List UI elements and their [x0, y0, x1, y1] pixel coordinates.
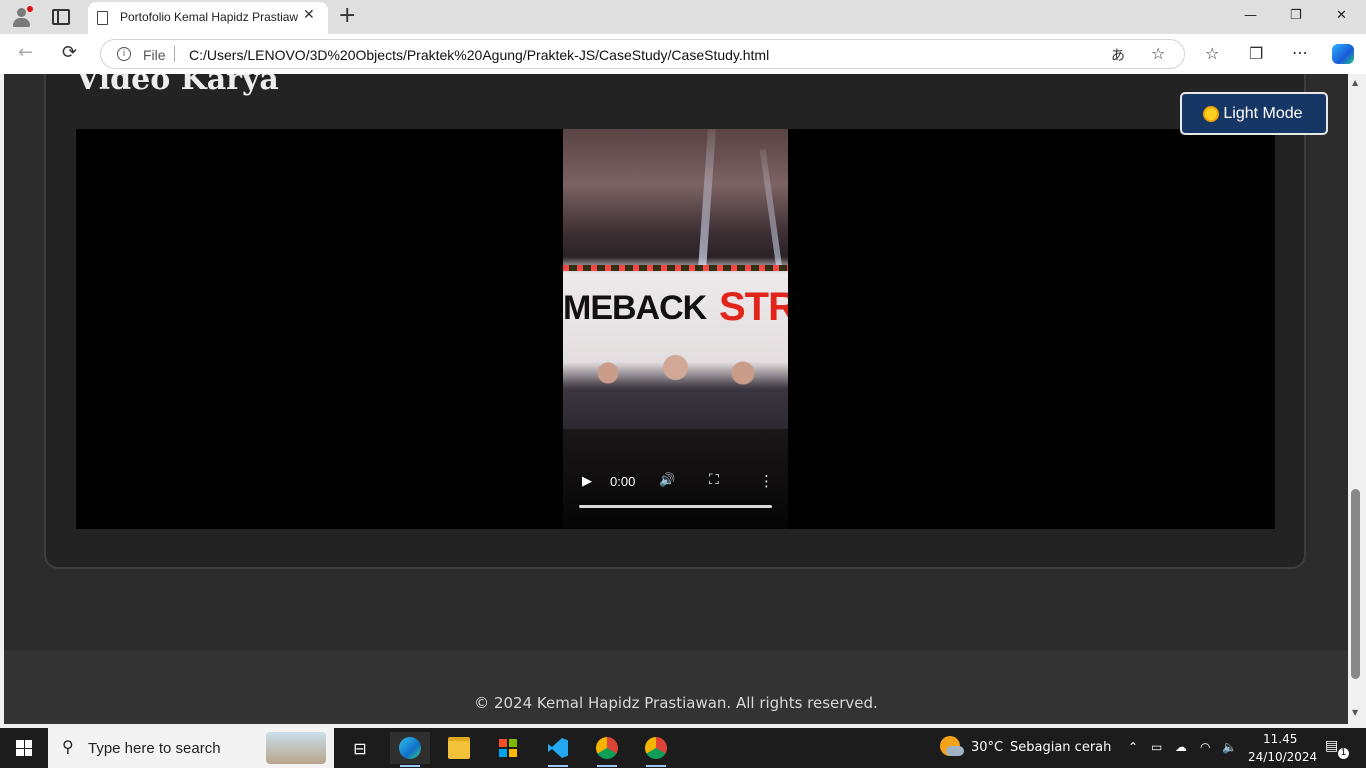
address-separator: [174, 46, 175, 62]
window-restore-button[interactable]: ❐: [1290, 8, 1302, 23]
collections-icon[interactable]: ❐: [1249, 44, 1263, 63]
vscode-icon[interactable]: [538, 732, 578, 767]
banner-text-left: MEBACK: [563, 289, 707, 327]
favorites-icon[interactable]: ☆: [1205, 44, 1219, 63]
play-icon[interactable]: ▶: [582, 474, 592, 489]
stage-light-beam: [759, 149, 783, 269]
volume-icon[interactable]: 🔊: [659, 473, 675, 488]
chrome-icon[interactable]: [587, 732, 627, 767]
scroll-up-arrow-icon[interactable]: ▲: [1352, 78, 1358, 87]
window-close-button[interactable]: ✕: [1336, 8, 1347, 23]
window-minimize-button[interactable]: —: [1244, 8, 1257, 23]
clock-time[interactable]: 11.45: [1263, 732, 1297, 746]
video-controls: ▶ 0:00 🔊 ⛶ ⋮: [563, 469, 788, 529]
favorite-star-icon[interactable]: ☆: [1151, 44, 1165, 63]
reload-button[interactable]: ⟳: [62, 42, 77, 63]
show-hidden-icons-icon[interactable]: ⌃: [1128, 740, 1138, 754]
light-mode-button[interactable]: Light Mode: [1180, 92, 1328, 135]
taskbar-search[interactable]: ⚲ Type here to search: [48, 728, 334, 768]
scroll-down-arrow-icon[interactable]: ▼: [1352, 708, 1358, 717]
team-photo: [563, 329, 788, 439]
footer: © 2024 Kemal Hapidz Prastiawan. All righ…: [4, 650, 1348, 724]
stage-light-beam: [698, 129, 716, 270]
weather-icon[interactable]: [940, 736, 964, 756]
edge-icon[interactable]: [390, 732, 430, 767]
search-icon: ⚲: [62, 737, 74, 756]
address-url[interactable]: C:/Users/LENOVO/3D%20Objects/Praktek%20A…: [189, 47, 769, 63]
onedrive-icon[interactable]: ☁: [1175, 740, 1187, 754]
wifi-icon[interactable]: ◠: [1200, 740, 1210, 754]
chrome-profile-icon[interactable]: [636, 732, 676, 767]
volume-tray-icon[interactable]: 🔈: [1222, 740, 1237, 754]
more-icon[interactable]: ⋯: [1292, 43, 1308, 62]
banner-text-right: STRO: [719, 285, 788, 329]
section-title: Video Karya: [76, 74, 279, 97]
windows-taskbar: ⚲ Type here to search ⊟ 30°C Sebagian ce…: [0, 728, 1366, 768]
taskbar-search-placeholder: Type here to search: [88, 740, 221, 757]
address-bar[interactable]: i File C:/Users/LENOVO/3D%20Objects/Prak…: [100, 39, 1185, 69]
more-options-icon[interactable]: ⋮: [759, 472, 774, 490]
back-button[interactable]: ←: [18, 42, 33, 63]
task-view-icon[interactable]: ⊟: [340, 732, 380, 764]
page-viewport: Video Karya MEBACK STRO ▶ 0:00 🔊 ⛶ ⋮ Lig…: [4, 74, 1348, 724]
notifications-icon[interactable]: ▤: [1325, 738, 1338, 754]
stage-lights: [563, 265, 788, 271]
tab-title: Portofolio Kemal Hapidz Prastiawan: [120, 10, 298, 24]
fullscreen-icon[interactable]: ⛶: [709, 472, 719, 488]
page-icon: [97, 11, 108, 25]
browser-tab[interactable]: Portofolio Kemal Hapidz Prastiawan ✕: [88, 2, 328, 34]
browser-toolbar: ← ⟳ i File C:/Users/LENOVO/3D%20Objects/…: [0, 34, 1366, 75]
footer-copyright: © 2024 Kemal Hapidz Prastiawan. All righ…: [474, 694, 878, 712]
copilot-icon[interactable]: [1332, 44, 1354, 64]
page-scrollbar[interactable]: ▲ ▼: [1348, 74, 1366, 724]
video-progress-bar[interactable]: [579, 505, 772, 508]
clock-date[interactable]: 24/10/2024: [1248, 750, 1317, 764]
tab-actions-icon[interactable]: [52, 9, 70, 25]
video-frame[interactable]: MEBACK STRO ▶ 0:00 🔊 ⛶ ⋮: [563, 129, 788, 529]
file-explorer-icon[interactable]: [439, 732, 479, 764]
microsoft-store-icon[interactable]: [488, 732, 528, 764]
new-tab-button[interactable]: +: [338, 3, 356, 29]
browser-tab-strip: Portofolio Kemal Hapidz Prastiawan ✕ + —…: [0, 0, 1366, 34]
battery-icon[interactable]: ▭: [1151, 740, 1162, 754]
site-info-icon[interactable]: i: [117, 47, 131, 61]
light-mode-label: Light Mode: [1223, 104, 1303, 122]
notification-count: 1: [1338, 748, 1349, 759]
search-highlight-image[interactable]: [266, 732, 326, 764]
video-time: 0:00: [610, 474, 636, 489]
tab-close-icon[interactable]: ✕: [303, 7, 315, 23]
video-player[interactable]: MEBACK STRO ▶ 0:00 🔊 ⛶ ⋮: [76, 129, 1275, 529]
scrollbar-thumb[interactable]: [1351, 489, 1360, 679]
weather-text[interactable]: Sebagian cerah: [1010, 740, 1111, 755]
read-aloud-icon[interactable]: あ: [1111, 45, 1125, 65]
windows-start-icon[interactable]: [16, 740, 32, 756]
temperature[interactable]: 30°C: [971, 740, 1003, 755]
sun-icon: [1205, 107, 1218, 120]
profile-avatar-icon[interactable]: [10, 6, 33, 28]
address-scheme: File: [143, 47, 166, 63]
